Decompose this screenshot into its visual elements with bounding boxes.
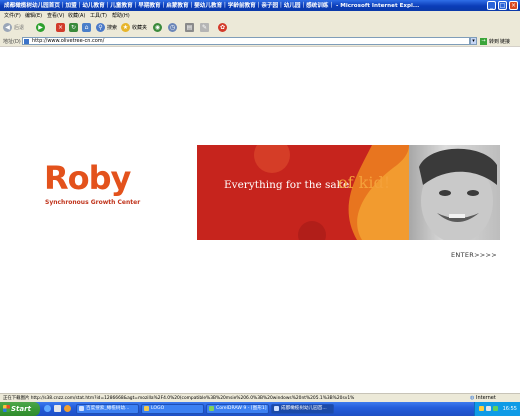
search-button[interactable]: ⚲ 搜索 [96,22,117,33]
toolbar: ◀ 后退 ▶ × ↻ ⌂ ⚲ 搜索 ★ 收藏夹 ◉ ◷ ▤ ✎ ✿ [0,20,520,37]
hero-banner: Everything for the sake of kid! [197,145,500,240]
quick-launch-ie-icon[interactable] [44,405,51,412]
menu-file[interactable]: 文件(F) [4,12,21,19]
taskbar-item-label: LOGO [151,406,165,411]
system-tray: 16:55 [474,402,520,416]
taskbar-item-coreldraw[interactable]: CorelDRAW 9 - [图形1] [206,404,269,414]
maximize-button[interactable]: □ [498,1,507,10]
logo-wordmark: Roby [44,159,131,197]
menu-edit[interactable]: 编辑(E) [25,12,42,19]
messenger-icon: ✿ [218,23,227,32]
status-text: 正在下载图片 http://s38.cnzz.com/stat.htm?id=1… [3,396,355,401]
taskbar-item-label: 百度搜索_橄榄树幼... [86,406,130,411]
tray-icon[interactable] [479,406,484,411]
start-button[interactable]: Start [0,402,40,416]
taskbar: Start 百度搜索_橄榄树幼... LOGO CorelDRAW 9 - [图… [0,402,520,416]
menu-help[interactable]: 帮助(H) [112,12,130,19]
media-icon: ◉ [153,23,162,32]
edit-icon: ✎ [200,23,209,32]
quick-launch-desktop-icon[interactable] [54,405,61,412]
stop-icon: × [56,23,65,32]
search-icon: ⚲ [96,23,105,32]
close-button[interactable]: × [509,1,518,10]
favorites-label: 收藏夹 [132,25,148,31]
search-label: 搜索 [107,25,118,31]
messenger-button[interactable]: ✿ [218,22,227,33]
volume-icon[interactable] [486,406,491,411]
banner-tagline: Everything for the sake [224,179,350,191]
start-label: Start [11,405,31,413]
print-button[interactable]: ▤ [185,22,194,33]
taskbar-item-olivetree[interactable]: 成都橄榄树幼儿园首... [271,404,334,414]
smiling-child-image [419,148,497,240]
links-toolbar[interactable]: 链接 [500,38,510,45]
go-label: 转到 [489,38,500,45]
favorites-button[interactable]: ★ 收藏夹 [121,22,147,33]
quick-launch-media-icon[interactable] [64,405,71,412]
network-icon[interactable] [493,406,498,411]
child-photo [409,145,500,240]
enter-link[interactable]: ENTER>>>> [451,251,497,259]
history-icon: ◷ [168,23,177,32]
roby-logo[interactable]: Roby Synchronous Growth Center [44,159,159,213]
edit-button[interactable]: ✎ [200,22,209,33]
history-button[interactable]: ◷ [168,22,177,33]
go-arrow-icon: → [480,37,487,45]
address-dropdown-button[interactable]: ▾ [470,37,477,45]
refresh-icon: ↻ [69,23,78,32]
media-button[interactable]: ◉ [153,22,162,33]
taskbar-item-logo[interactable]: LOGO [141,404,204,414]
folder-icon [144,406,149,411]
coreldraw-icon [209,406,214,411]
print-icon: ▤ [185,23,194,32]
taskbar-item-label: 成都橄榄树幼儿园首... [281,406,327,411]
logo-tagline: Synchronous Growth Center [45,199,141,206]
forward-arrow-icon: ▶ [36,23,45,32]
window-title: 成都橄榄树幼儿园首页｜加盟｜幼儿教育｜儿童教育｜早期教育｜启蒙教育｜婴幼儿教育｜… [4,3,420,9]
menu-tools[interactable]: 工具(T) [90,12,107,19]
page-icon [24,39,29,44]
address-bar: 地址(D) http://www.olivetree-cn.com/ ▾ → 转… [0,36,520,47]
minimize-button[interactable]: _ [487,1,496,10]
taskbar-item-baidu[interactable]: 百度搜索_橄榄树幼... [76,404,139,414]
taskbar-item-label: CorelDRAW 9 - [图形1] [216,406,267,411]
home-icon: ⌂ [82,23,91,32]
ie-page-icon [274,406,279,411]
refresh-button[interactable]: ↻ [69,22,78,33]
back-button[interactable]: ◀ 后退 [3,22,24,33]
address-input[interactable]: http://www.olivetree-cn.com/ [22,37,470,45]
ie-page-icon [79,406,84,411]
menu-favorites[interactable]: 收藏(A) [68,12,85,19]
globe-icon: ◍ [470,395,475,401]
banner-kid-text: of kid! [338,173,391,192]
stop-button[interactable]: × [56,22,65,33]
home-button[interactable]: ⌂ [82,22,91,33]
favorites-star-icon: ★ [121,23,130,32]
address-url: http://www.olivetree-cn.com/ [32,38,105,44]
address-label: 地址(D) [3,39,21,45]
clock: 16:55 [502,406,517,412]
go-button[interactable]: → 转到 [480,37,499,45]
forward-button[interactable]: ▶ [36,22,45,33]
back-label: 后退 [14,25,25,31]
windows-flag-icon [3,405,10,412]
window-title-bar[interactable]: 成都橄榄树幼儿园首页｜加盟｜幼儿教育｜儿童教育｜早期教育｜启蒙教育｜婴幼儿教育｜… [0,0,520,11]
security-zone: ◍ Internet [470,395,496,401]
security-zone-label: Internet [475,395,496,401]
menu-view[interactable]: 查看(V) [47,12,64,19]
back-arrow-icon: ◀ [3,23,12,32]
